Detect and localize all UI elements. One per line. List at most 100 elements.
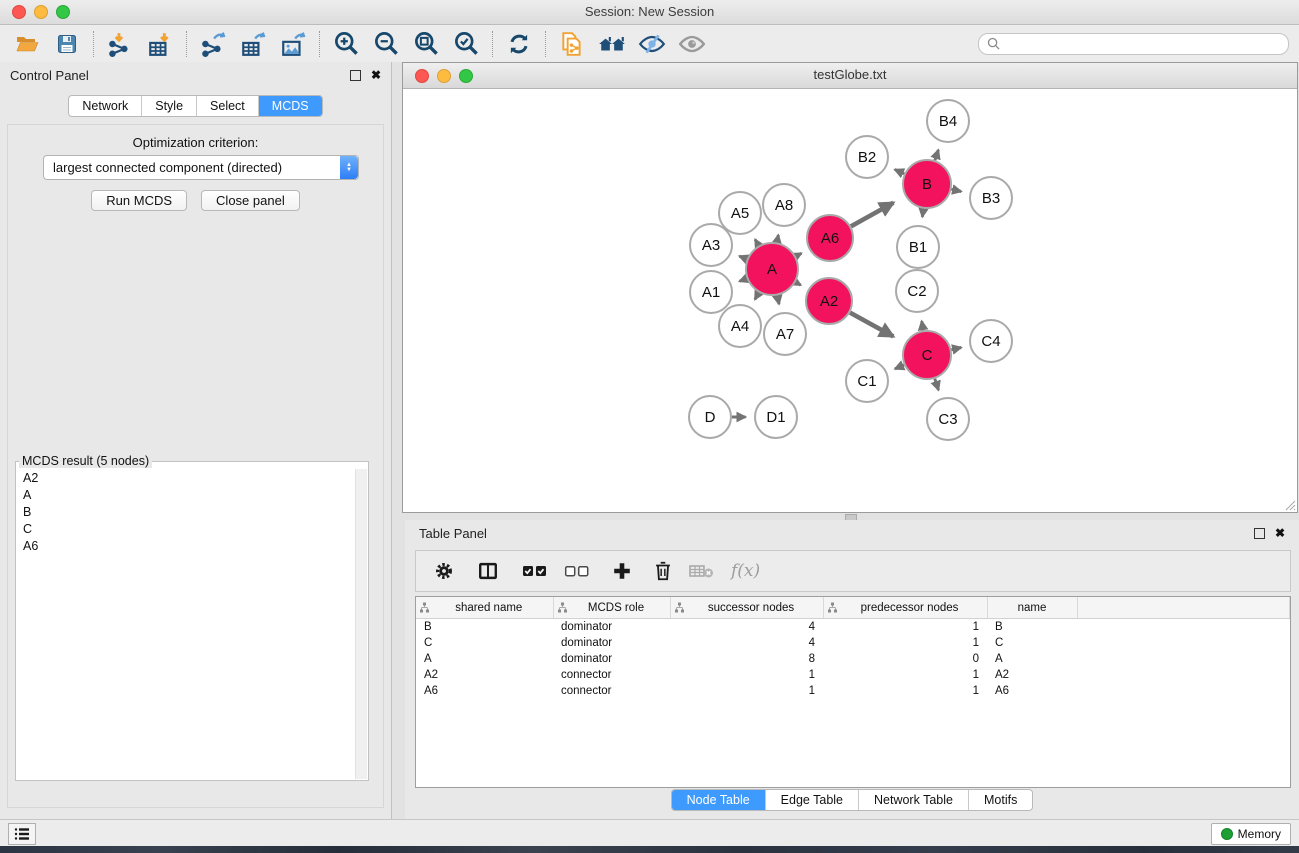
import-network-button[interactable] [103, 28, 137, 60]
column-header-name[interactable]: name [987, 597, 1077, 619]
zoom-selected-button[interactable] [449, 28, 483, 60]
export-network-button[interactable] [196, 28, 230, 60]
node-C2[interactable]: C2 [896, 270, 938, 312]
tab-network[interactable]: Network [69, 96, 142, 116]
open-session-button[interactable] [10, 28, 44, 60]
edge-C-C2[interactable] [922, 321, 923, 330]
search-field[interactable] [978, 33, 1289, 55]
node-A3[interactable]: A3 [690, 224, 732, 266]
node-A2[interactable]: A2 [806, 278, 852, 324]
search-input[interactable] [1000, 35, 1280, 52]
table-cell[interactable]: B [987, 619, 1077, 636]
edge-B-B4[interactable] [935, 150, 938, 160]
zoom-in-button[interactable] [329, 28, 363, 60]
table-cell[interactable]: connector [553, 667, 670, 683]
edge-A-A7[interactable] [777, 295, 779, 304]
edge-A6-B[interactable] [851, 203, 893, 227]
table-cell[interactable]: 4 [670, 635, 823, 651]
table-cell[interactable]: B [416, 619, 553, 636]
result-list-item[interactable]: A2 [17, 470, 355, 487]
edge-A-A2[interactable] [796, 282, 801, 285]
create-column-button[interactable] [611, 560, 633, 582]
table-cell[interactable]: 4 [670, 619, 823, 636]
run-mcds-button[interactable]: Run MCDS [91, 190, 187, 211]
edge-A-A3[interactable] [739, 256, 747, 259]
table-cell[interactable]: A [416, 651, 553, 667]
column-header-predecessor-nodes[interactable]: predecessor nodes [823, 597, 987, 619]
memory-button[interactable]: Memory [1211, 823, 1291, 845]
table-cell[interactable]: 1 [670, 683, 823, 699]
table-cell[interactable]: 1 [823, 619, 987, 636]
show-all-button[interactable] [675, 28, 709, 60]
edge-B-B2[interactable] [895, 169, 904, 173]
tab-node-table[interactable]: Node Table [672, 790, 766, 810]
export-table-button[interactable] [236, 28, 270, 60]
edge-A-A8[interactable] [777, 235, 778, 243]
node-B4[interactable]: B4 [927, 100, 969, 142]
control-panel-close-button[interactable]: ✖ [371, 69, 381, 81]
table-cell[interactable]: 8 [670, 651, 823, 667]
table-cell[interactable]: A2 [416, 667, 553, 683]
criterion-select[interactable]: largest connected component (directed) ▲… [43, 155, 359, 180]
table-cell[interactable]: A6 [987, 683, 1077, 699]
edge-C-C3[interactable] [935, 379, 939, 390]
import-table-button[interactable] [143, 28, 177, 60]
node-A4[interactable]: A4 [719, 305, 761, 347]
edge-A-A6[interactable] [796, 253, 802, 256]
node-B2[interactable]: B2 [846, 136, 888, 178]
first-neighbors-button[interactable] [595, 28, 629, 60]
node-A8[interactable]: A8 [763, 184, 805, 226]
edge-A-A1[interactable] [739, 279, 746, 282]
tab-style[interactable]: Style [142, 96, 197, 116]
node-C1[interactable]: C1 [846, 360, 888, 402]
node-A6[interactable]: A6 [807, 215, 853, 261]
edge-B-B3[interactable] [951, 189, 961, 191]
node-B1[interactable]: B1 [897, 226, 939, 268]
node-A[interactable]: A [746, 243, 798, 295]
close-panel-button[interactable]: Close panel [201, 190, 300, 211]
edge-A-A4[interactable] [755, 293, 759, 300]
tab-motifs[interactable]: Motifs [969, 790, 1032, 810]
node-C4[interactable]: C4 [970, 320, 1012, 362]
tab-edge-table[interactable]: Edge Table [766, 790, 859, 810]
node-C[interactable]: C [903, 331, 951, 379]
node-D1[interactable]: D1 [755, 396, 797, 438]
deselect-all-button[interactable] [564, 561, 590, 581]
node-A5[interactable]: A5 [719, 192, 761, 234]
table-cell[interactable]: connector [553, 683, 670, 699]
table-cell[interactable]: A [987, 651, 1077, 667]
table-cell[interactable]: A6 [416, 683, 553, 699]
hide-selected-button[interactable] [635, 28, 669, 60]
tab-mcds[interactable]: MCDS [259, 96, 322, 116]
table-cell[interactable]: 0 [823, 651, 987, 667]
table-cell[interactable]: dominator [553, 651, 670, 667]
network-canvas[interactable]: AA1A2A3A4A5A6A7A8BB1B2B3B4CC1C2C3C4DD1 [403, 89, 1297, 512]
result-list-item[interactable]: C [17, 521, 355, 538]
tab-select[interactable]: Select [197, 96, 259, 116]
table-cell[interactable]: C [987, 635, 1077, 651]
edge-B-B1[interactable] [922, 209, 923, 217]
control-panel-float-button[interactable] [350, 70, 361, 81]
function-builder-button[interactable]: f(x) [731, 561, 760, 581]
edge-A2-C[interactable] [850, 313, 893, 337]
table-settings-button[interactable] [433, 560, 455, 582]
zoom-out-button[interactable] [369, 28, 403, 60]
refresh-button[interactable] [502, 28, 536, 60]
result-list-scrollbar[interactable] [355, 469, 367, 779]
table-panel-close-button[interactable]: ✖ [1275, 527, 1285, 539]
edge-C-C4[interactable] [951, 348, 961, 350]
show-columns-button[interactable] [476, 560, 500, 582]
column-header-successor-nodes[interactable]: successor nodes [670, 597, 823, 619]
delete-columns-button[interactable] [652, 560, 674, 582]
window-resize-grip[interactable] [1284, 499, 1296, 511]
table-cell[interactable]: 1 [823, 667, 987, 683]
table-cell[interactable]: dominator [553, 619, 670, 636]
node-D[interactable]: D [689, 396, 731, 438]
result-list-item[interactable]: A [17, 487, 355, 504]
result-list-item[interactable]: B [17, 504, 355, 521]
node-A1[interactable]: A1 [690, 271, 732, 313]
tab-network-table[interactable]: Network Table [859, 790, 969, 810]
node-B[interactable]: B [903, 160, 951, 208]
edge-C-C1[interactable] [895, 365, 904, 369]
node-B3[interactable]: B3 [970, 177, 1012, 219]
